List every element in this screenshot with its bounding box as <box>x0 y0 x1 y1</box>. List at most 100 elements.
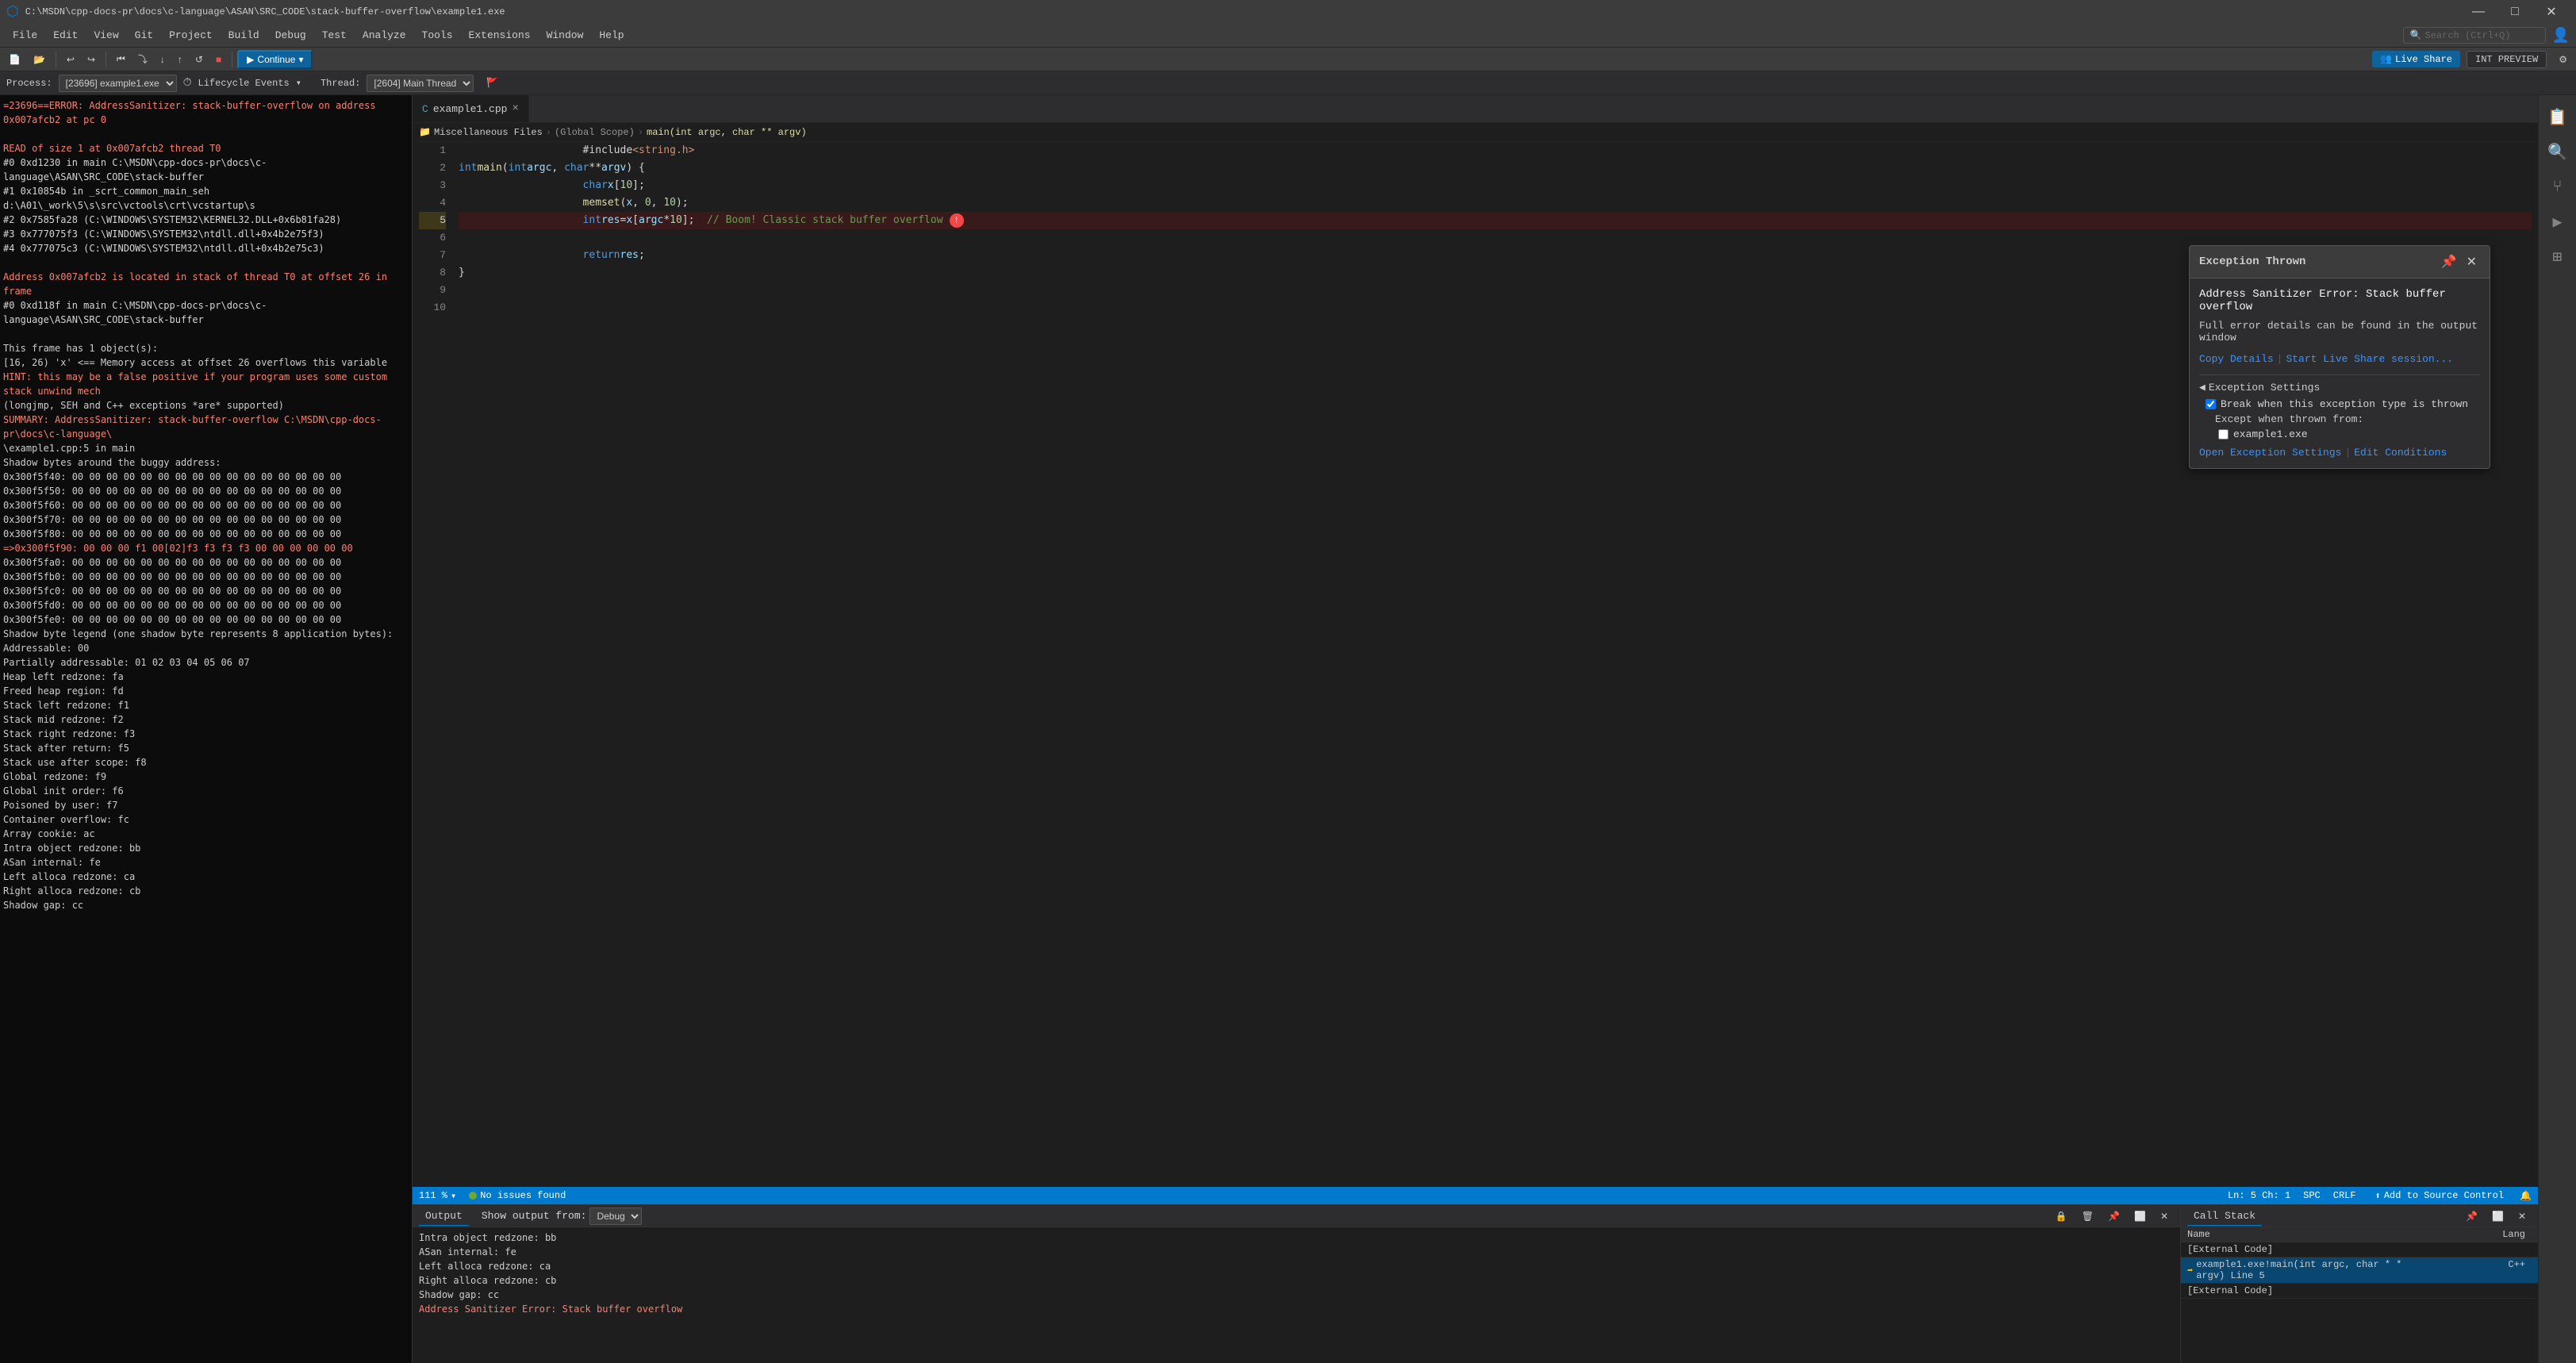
breadcrumb-function[interactable]: main(int argc, char ** argv) <box>647 127 807 138</box>
break-on-exception-checkbox[interactable] <box>2206 399 2216 409</box>
int-preview-button[interactable]: INT PREVIEW <box>2467 51 2547 68</box>
terminal-panel[interactable]: =23696==ERROR: AddressSanitizer: stack-b… <box>0 95 413 1363</box>
live-share-label: Live Share <box>2395 54 2452 65</box>
output-tab[interactable]: Output <box>419 1207 469 1226</box>
maximize-button[interactable]: □ <box>2497 0 2533 24</box>
call-stack-pin-button[interactable]: 📌 <box>2460 1208 2483 1225</box>
close-button[interactable]: ✕ <box>2533 0 2570 24</box>
except-exe-checkbox[interactable] <box>2218 429 2229 440</box>
output-filter-select[interactable]: Debug <box>589 1208 642 1225</box>
ln-1: 1 <box>419 142 446 159</box>
terminal-line: 0x300f5f80: 00 00 00 00 00 00 00 00 00 0… <box>3 527 409 541</box>
menu-debug[interactable]: Debug <box>269 26 313 44</box>
account-icon[interactable]: 👤 <box>2552 27 2570 44</box>
breadcrumb-folder[interactable]: Miscellaneous Files <box>434 127 543 138</box>
output-close-button[interactable]: ✕ <box>2155 1208 2174 1225</box>
output-maximize-button[interactable]: ⬜ <box>2129 1208 2152 1225</box>
live-share-button[interactable]: 👥 Live Share <box>2372 51 2460 67</box>
editor-tab-example1cpp[interactable]: C example1.cpp × <box>413 95 529 122</box>
exception-close-button[interactable]: ✕ <box>2463 252 2480 271</box>
encoding-label: SPC <box>2303 1190 2321 1201</box>
bell-icon: 🔔 <box>2520 1190 2532 1202</box>
process-select[interactable]: [23696] example1.exe <box>59 75 177 92</box>
restart-button[interactable]: ↺ <box>190 51 209 68</box>
edit-conditions-link[interactable]: Edit Conditions <box>2354 447 2447 459</box>
code-area[interactable]: #include <string.h> int main(int argc, c… <box>452 142 2538 1187</box>
call-stack-tab[interactable]: Call Stack <box>2187 1207 2262 1226</box>
menu-tools[interactable]: Tools <box>416 26 459 44</box>
line-numbers: 1 2 3 4 5 6 7 8 9 10 <box>413 142 452 1187</box>
open-exception-settings-link[interactable]: Open Exception Settings <box>2199 447 2341 459</box>
output-clear-button[interactable]: 🗑 <box>2076 1208 2099 1225</box>
exception-header: Exception Thrown 📌 ✕ <box>2190 246 2490 278</box>
output-pin-button[interactable]: 📌 <box>2102 1208 2125 1225</box>
menu-test[interactable]: Test <box>316 26 353 44</box>
copy-details-link[interactable]: Copy Details <box>2199 353 2274 365</box>
call-stack-maximize-button[interactable]: ⬜ <box>2486 1208 2509 1225</box>
output-header: Output Show output from: Debug 🔒 🗑 📌 ⬜ ✕ <box>413 1205 2180 1227</box>
settings-button[interactable]: ⚙ <box>2553 51 2573 68</box>
break-on-exception-label: Break when this exception type is thrown <box>2221 398 2468 410</box>
menu-help[interactable]: Help <box>593 26 630 44</box>
ln-3: 3 <box>419 177 446 194</box>
output-content[interactable]: Intra object redzone: bb ASan internal: … <box>413 1227 2180 1363</box>
menu-project[interactable]: Project <box>163 26 219 44</box>
thread-select[interactable]: [2604] Main Thread <box>367 75 474 92</box>
main-layout: =23696==ERROR: AddressSanitizer: stack-b… <box>0 95 2576 1363</box>
debug-activity-button[interactable]: ▶ <box>2542 206 2574 238</box>
git-activity-button[interactable]: ⑂ <box>2542 171 2574 203</box>
notifications-status[interactable]: 🔔 <box>2520 1190 2532 1202</box>
code-line-1: #include <string.h> <box>459 142 2532 159</box>
stop-button[interactable]: ■ <box>210 51 227 68</box>
search-placeholder: Search (Ctrl+Q) <box>2425 30 2511 41</box>
zoom-dropdown-icon: ▾ <box>451 1190 456 1202</box>
source-control-icon: ⬆ <box>2375 1190 2381 1202</box>
menu-extensions[interactable]: Extensions <box>463 26 537 44</box>
add-to-source-control[interactable]: ⬆ Add to Source Control <box>2375 1190 2504 1202</box>
step-over-button[interactable]: ⤵ <box>132 49 153 69</box>
zoom-status[interactable]: 111 % ▾ <box>419 1190 456 1202</box>
except-exe-label: example1.exe <box>2233 428 2308 440</box>
continue-button[interactable]: ▶ Continue ▾ <box>237 50 313 69</box>
new-file-button[interactable]: 📄 <box>3 51 26 68</box>
exception-details: Full error details can be found in the o… <box>2199 320 2480 344</box>
no-issues-status[interactable]: No issues found <box>469 1190 566 1201</box>
step-into-button[interactable]: ↓ <box>155 51 171 68</box>
minimize-button[interactable]: — <box>2460 0 2497 24</box>
menu-build[interactable]: Build <box>222 26 266 44</box>
redo-button[interactable]: ↪ <box>82 51 101 68</box>
cs-row-external-2[interactable]: [External Code] <box>2181 1284 2538 1299</box>
line-ending-status[interactable]: CRLF <box>2333 1190 2356 1201</box>
menu-window[interactable]: Window <box>540 26 590 44</box>
extensions-activity-button[interactable]: ⊞ <box>2542 241 2574 273</box>
step-out-button[interactable]: ↑ <box>172 51 188 68</box>
start-live-share-link[interactable]: Start Live Share session... <box>2286 353 2453 365</box>
editor-status-bar: 111 % ▾ No issues found Ln: 5 Ch: 1 SPC … <box>413 1187 2538 1204</box>
breadcrumb-scope[interactable]: (Global Scope) <box>555 127 635 138</box>
open-folder-button[interactable]: 📂 <box>28 51 51 68</box>
code-line-4: memset(x, 0, 10); <box>459 194 2532 212</box>
explorer-activity-button[interactable]: 📋 <box>2542 102 2574 133</box>
search-activity-button[interactable]: 🔍 <box>2542 136 2574 168</box>
terminal-line: Addressable: 00 <box>3 641 409 655</box>
editor-tabs: C example1.cpp × <box>413 95 2538 123</box>
cs-row-main[interactable]: ➡ example1.exe!main(int argc, char * * a… <box>2181 1257 2538 1284</box>
search-box[interactable]: 🔍 Search (Ctrl+Q) <box>2403 27 2546 44</box>
call-stack-close-button[interactable]: ✕ <box>2513 1208 2532 1225</box>
line-col-status[interactable]: Ln: 5 Ch: 1 <box>2228 1190 2290 1201</box>
cs-row-external-1[interactable]: [External Code] <box>2181 1242 2538 1257</box>
encoding-status[interactable]: SPC <box>2303 1190 2321 1201</box>
terminal-line: 0x300f5f50: 00 00 00 00 00 00 00 00 00 0… <box>3 484 409 498</box>
menu-analyze[interactable]: Analyze <box>356 26 413 44</box>
menu-view[interactable]: View <box>87 26 125 44</box>
exception-pin-button[interactable]: 📌 <box>2438 252 2460 271</box>
menu-git[interactable]: Git <box>129 26 159 44</box>
menu-edit[interactable]: Edit <box>47 26 84 44</box>
output-scroll-lock-button[interactable]: 🔒 <box>2050 1208 2073 1225</box>
undo-button[interactable]: ↩ <box>61 51 80 68</box>
menu-file[interactable]: File <box>6 26 44 44</box>
tab-close-button[interactable]: × <box>512 102 518 115</box>
step-back-button[interactable]: ⏮ <box>111 50 131 68</box>
code-line-2: int main(int argc, char **argv) { <box>459 159 2532 177</box>
continue-dropdown-icon: ▾ <box>298 54 303 65</box>
